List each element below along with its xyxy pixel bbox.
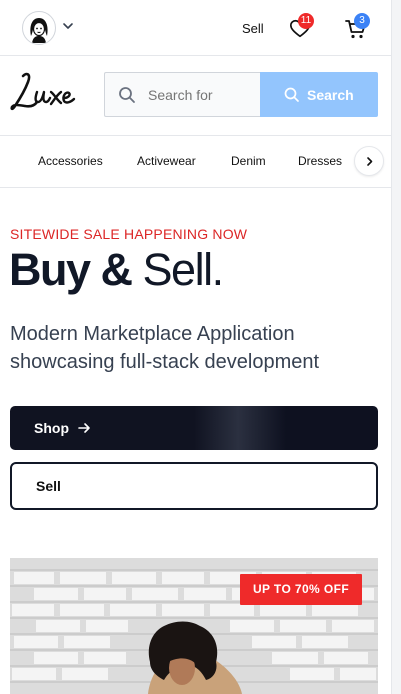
sale-announcement: SITEWIDE SALE HAPPENING NOW [10,226,248,242]
chevron-down-icon[interactable] [61,19,75,33]
category-activewear[interactable]: Activewear [137,154,196,168]
sell-link[interactable]: Sell [242,21,264,36]
search-icon [119,87,135,103]
chevron-right-icon [367,157,373,166]
category-accessories[interactable]: Accessories [38,154,103,168]
top-bar [0,0,392,56]
category-dresses[interactable]: Dresses [298,154,342,168]
hero-subtitle: Modern Marketplace Application showcasin… [10,323,320,373]
search-input[interactable] [148,87,253,103]
brand-logo[interactable] [9,68,79,116]
user-avatar-icon[interactable] [22,11,56,45]
headline-light-text: Sell. [142,244,225,295]
search-icon [284,87,299,102]
arrow-right-icon [78,423,90,433]
shop-button-label: Shop [34,420,69,436]
sell-button[interactable] [10,462,378,510]
search-button-label: Search [307,87,354,103]
promo-discount-badge: UP TO 70% OFF [240,574,362,605]
category-denim[interactable]: Denim [231,154,266,168]
cart-count-badge: 3 [354,13,370,29]
category-next-button[interactable] [354,146,384,176]
scrollbar[interactable] [391,0,401,694]
wishlist-count-badge: 11 [298,13,314,29]
sell-button-label: Sell [36,478,61,494]
headline-bold-text: Buy & [9,244,133,295]
hero-headline: Buy & Sell. [9,244,225,296]
